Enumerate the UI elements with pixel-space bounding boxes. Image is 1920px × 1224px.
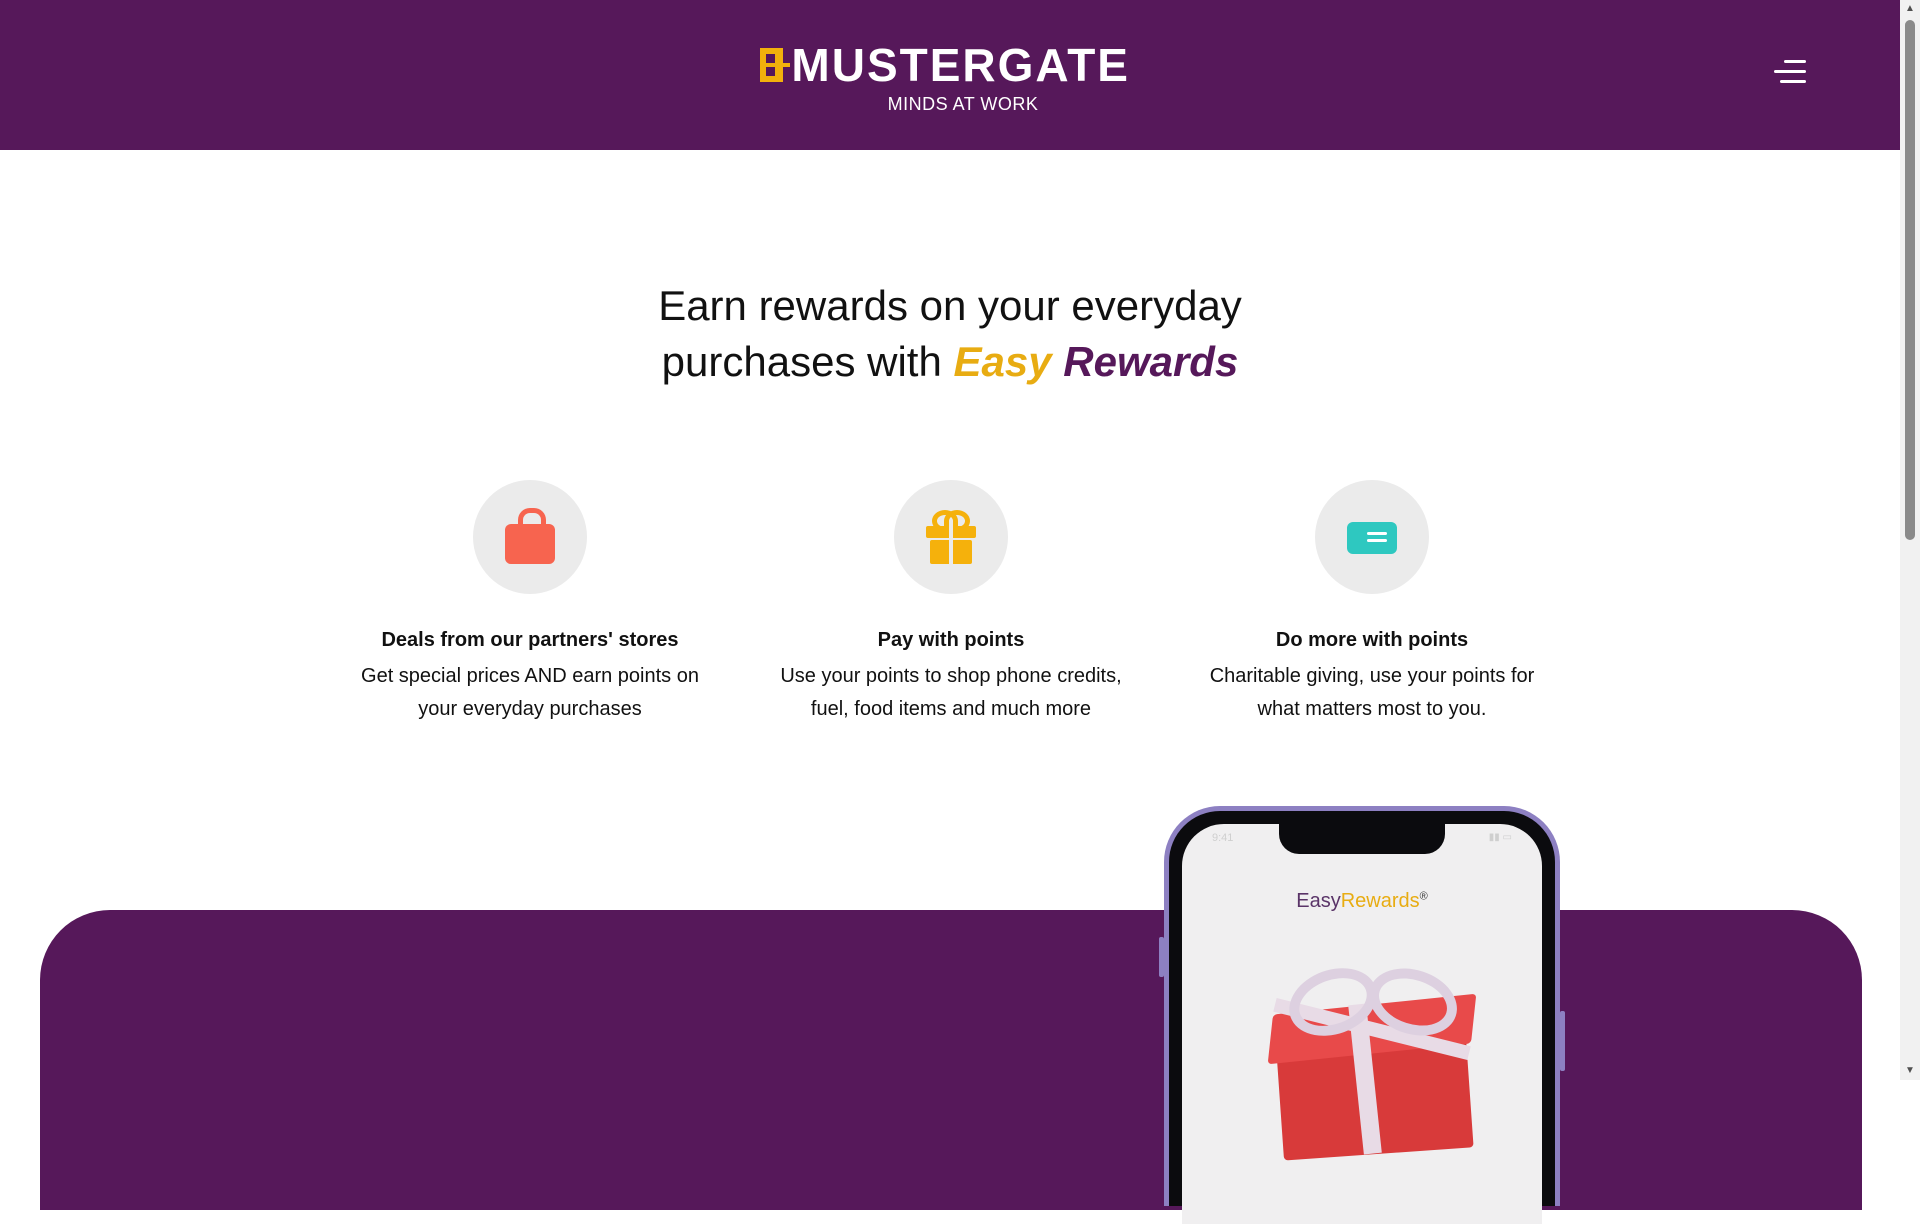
brand-name: MUSTERGATE bbox=[791, 39, 1130, 91]
hero-title-line2-prefix: purchases with bbox=[661, 338, 942, 385]
battery-icon: ▮▮ ▭ bbox=[1488, 832, 1512, 843]
hero-brand-rewards: Rewards bbox=[1063, 338, 1239, 385]
phone-status-time: 9:41 bbox=[1212, 832, 1234, 844]
window-logo-icon bbox=[760, 48, 791, 82]
feature-description-line1: Charitable giving, use your points for bbox=[1209, 665, 1535, 687]
feature-title: Do more with points bbox=[1275, 629, 1469, 651]
scrollbar-thumb[interactable] bbox=[1905, 20, 1915, 540]
feature-description-line2: your everyday purchases bbox=[418, 698, 642, 720]
app-logo-easy: Easy bbox=[1296, 890, 1341, 912]
shopping-bag-icon bbox=[505, 508, 555, 566]
phone-screen: 9:41 ▮▮ ▭ EasyRewards® bbox=[1182, 824, 1542, 1224]
feature-description: Get special prices AND earn points on yo… bbox=[330, 660, 730, 726]
easyrewards-app-logo: EasyRewards® bbox=[1182, 890, 1542, 913]
feature-icon-circle bbox=[473, 480, 587, 594]
feature-title: Pay with points bbox=[877, 629, 1025, 651]
hero-brand-easy: Easy bbox=[953, 338, 1052, 385]
feature-description: Charitable giving, use your points for w… bbox=[1172, 660, 1572, 726]
feature-description-line2: fuel, food items and much more bbox=[810, 698, 1092, 720]
site-header: MUSTERGATE MINDS AT WORK bbox=[0, 0, 1900, 150]
feature-description-line1: Use your points to shop phone credits, bbox=[780, 665, 1122, 687]
hero-title-line1: Earn rewards on your everyday bbox=[658, 282, 1242, 329]
feature-icon-circle bbox=[1315, 480, 1429, 594]
registered-mark: ® bbox=[1419, 890, 1428, 903]
hamburger-menu-icon-line bbox=[1774, 70, 1806, 73]
scroll-up-arrow-icon[interactable]: ▲ bbox=[1900, 0, 1920, 18]
feature-deals: Deals from our partners' stores Get spec… bbox=[330, 480, 730, 726]
feature-title: Deals from our partners' stores bbox=[381, 629, 679, 651]
app-logo-rewards: Rewards bbox=[1340, 890, 1420, 912]
hamburger-menu-button[interactable] bbox=[1770, 58, 1806, 88]
phone-notch bbox=[1279, 824, 1445, 854]
page-scrollbar[interactable]: ▲ ▼ bbox=[1900, 0, 1920, 1080]
phone-side-button bbox=[1560, 1011, 1565, 1071]
feature-icon-circle bbox=[894, 480, 1008, 594]
gift-icon bbox=[926, 510, 976, 564]
feature-do-more: Do more with points Charitable giving, u… bbox=[1172, 480, 1572, 726]
brand-row: MUSTERGATE bbox=[760, 42, 1130, 88]
card-icon bbox=[1347, 522, 1397, 554]
feature-description: Use your points to shop phone credits, f… bbox=[751, 660, 1151, 726]
brand-logo[interactable]: MUSTERGATE MINDS AT WORK bbox=[760, 42, 1130, 122]
app-promo-panel bbox=[40, 910, 1862, 1210]
gift-box-illustration bbox=[1252, 944, 1482, 1161]
phone-mockup: 9:41 ▮▮ ▭ EasyRewards® bbox=[1159, 806, 1565, 1224]
feature-description-line1: Get special prices AND earn points on bbox=[361, 665, 699, 687]
hamburger-menu-icon bbox=[1784, 60, 1806, 63]
brand-tagline: MINDS AT WORK bbox=[887, 94, 1039, 114]
hamburger-menu-icon-line bbox=[1780, 80, 1806, 83]
feature-description-line2: what matters most to you. bbox=[1257, 698, 1487, 720]
scroll-down-arrow-icon[interactable]: ▼ bbox=[1900, 1062, 1920, 1080]
phone-side-button bbox=[1159, 937, 1164, 977]
hero-title: Earn rewards on your everyday purchases … bbox=[560, 278, 1340, 390]
feature-pay-with-points: Pay with points Use your points to shop … bbox=[751, 480, 1151, 726]
